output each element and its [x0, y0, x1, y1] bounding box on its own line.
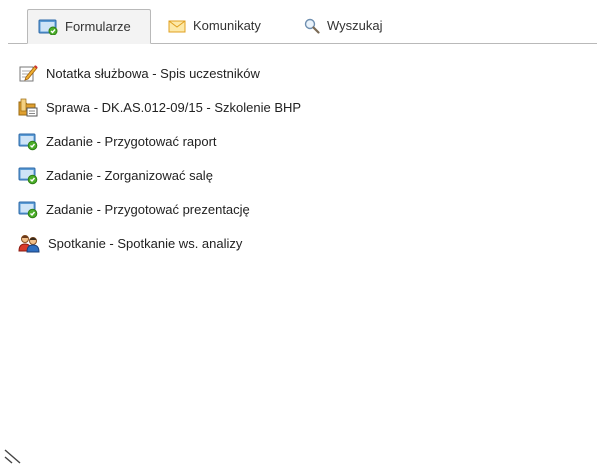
form-list: Notatka służbowa - Spis uczestników Spra… [18, 56, 301, 260]
tab-formularze[interactable]: Formularze [27, 9, 151, 44]
item-label: Zadanie - Przygotować prezentację [46, 201, 250, 217]
item-label: Zadanie - Przygotować raport [46, 133, 217, 149]
tab-wyszukaj[interactable]: Wyszukaj [294, 9, 393, 42]
item-label: Spotkanie - Spotkanie ws. analizy [48, 235, 243, 251]
list-item[interactable]: Sprawa - DK.AS.012-09/15 - Szkolenie BHP [18, 90, 301, 124]
meeting-people-icon [18, 235, 40, 253]
envelope-icon [168, 20, 186, 32]
case-folder-icon [18, 98, 38, 117]
item-label: Zadanie - Zorganizować salę [46, 167, 213, 183]
tab-bar: Formularze Komunikaty Wyszukaj [8, 9, 597, 44]
task-icon [18, 167, 38, 185]
list-item[interactable]: Zadanie - Zorganizować salę [18, 158, 301, 192]
item-label: Notatka służbowa - Spis uczestników [46, 65, 260, 81]
item-label: Sprawa - DK.AS.012-09/15 - Szkolenie BHP [46, 99, 302, 115]
tab-label: Wyszukaj [327, 18, 383, 33]
tab-label: Formularze [65, 19, 131, 34]
task-icon [18, 201, 38, 219]
list-item[interactable]: Notatka służbowa - Spis uczestników [18, 56, 301, 90]
form-icon [38, 19, 58, 35]
list-item[interactable]: Zadanie - Przygotować raport [18, 124, 301, 158]
tab-label: Komunikaty [193, 18, 261, 33]
task-icon [18, 133, 38, 151]
list-item[interactable]: Spotkanie - Spotkanie ws. analizy [18, 226, 301, 260]
magnifier-icon [304, 18, 320, 34]
list-item[interactable]: Zadanie - Przygotować prezentację [18, 192, 301, 226]
tab-komunikaty[interactable]: Komunikaty [158, 9, 271, 42]
note-pencil-icon [19, 65, 38, 82]
resize-handle-icon[interactable] [4, 448, 22, 464]
